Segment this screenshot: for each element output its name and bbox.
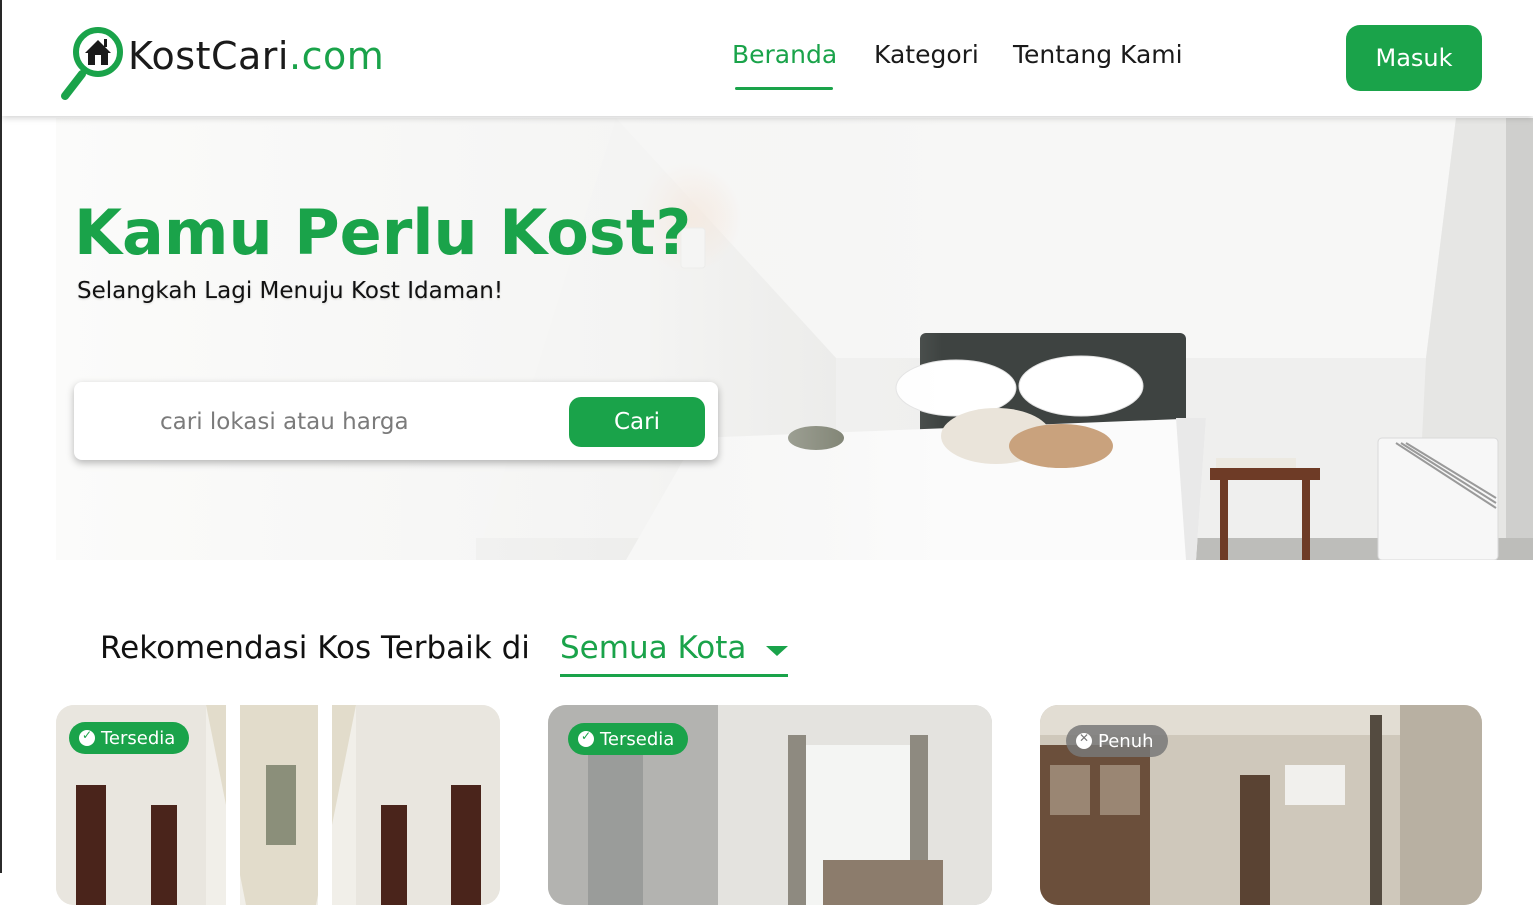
kost-card[interactable]: ✓ Tersedia xyxy=(548,705,992,905)
hero-title: Kamu Perlu Kost? xyxy=(74,196,692,269)
chevron-down-icon xyxy=(766,646,788,656)
brand-logo[interactable]: KostCari.com xyxy=(60,24,384,102)
nav-item-tentang-kami[interactable]: Tentang Kami xyxy=(1013,40,1183,69)
brand-tld: .com xyxy=(288,34,385,78)
nav-item-kategori[interactable]: Kategori xyxy=(874,40,979,69)
brand-name: KostCari.com xyxy=(128,34,385,78)
search-button[interactable]: Cari xyxy=(569,397,705,447)
city-dropdown-value: Semua Kota xyxy=(560,630,747,666)
recommendation-title: Rekomendasi Kos Terbaik di xyxy=(100,630,530,666)
kost-card[interactable]: ✕ Penuh xyxy=(1040,705,1482,905)
kost-card[interactable]: ✓ Tersedia xyxy=(56,705,500,905)
check-circle-icon: ✓ xyxy=(79,728,95,746)
x-circle-icon: ✕ xyxy=(1076,731,1092,749)
window-left-border xyxy=(0,0,2,873)
nav-item-beranda[interactable]: Beranda xyxy=(732,40,837,69)
hero-bedroom-image xyxy=(56,118,1533,560)
nav-active-underline xyxy=(735,87,833,90)
status-badge-label: Tersedia xyxy=(101,727,176,749)
status-badge: ✓ Tersedia xyxy=(69,722,190,754)
city-dropdown-underline xyxy=(560,674,788,677)
status-badge: ✓ Tersedia xyxy=(568,723,689,755)
status-badge-label: Penuh xyxy=(1098,730,1154,752)
login-button[interactable]: Masuk xyxy=(1346,25,1482,91)
city-dropdown[interactable]: Semua Kota xyxy=(560,630,788,678)
hero-banner xyxy=(56,118,1533,560)
status-badge: ✕ Penuh xyxy=(1066,725,1168,757)
status-badge-label: Tersedia xyxy=(600,728,675,750)
hero-subtitle: Selangkah Lagi Menuju Kost Idaman! xyxy=(77,278,504,304)
search-input[interactable] xyxy=(158,402,542,442)
check-circle-icon: ✓ xyxy=(578,729,594,747)
house-magnifier-icon xyxy=(61,27,123,100)
top-navbar: KostCari.com Beranda Kategori Tentang Ka… xyxy=(2,0,1533,116)
search-bar: Cari xyxy=(74,382,718,460)
